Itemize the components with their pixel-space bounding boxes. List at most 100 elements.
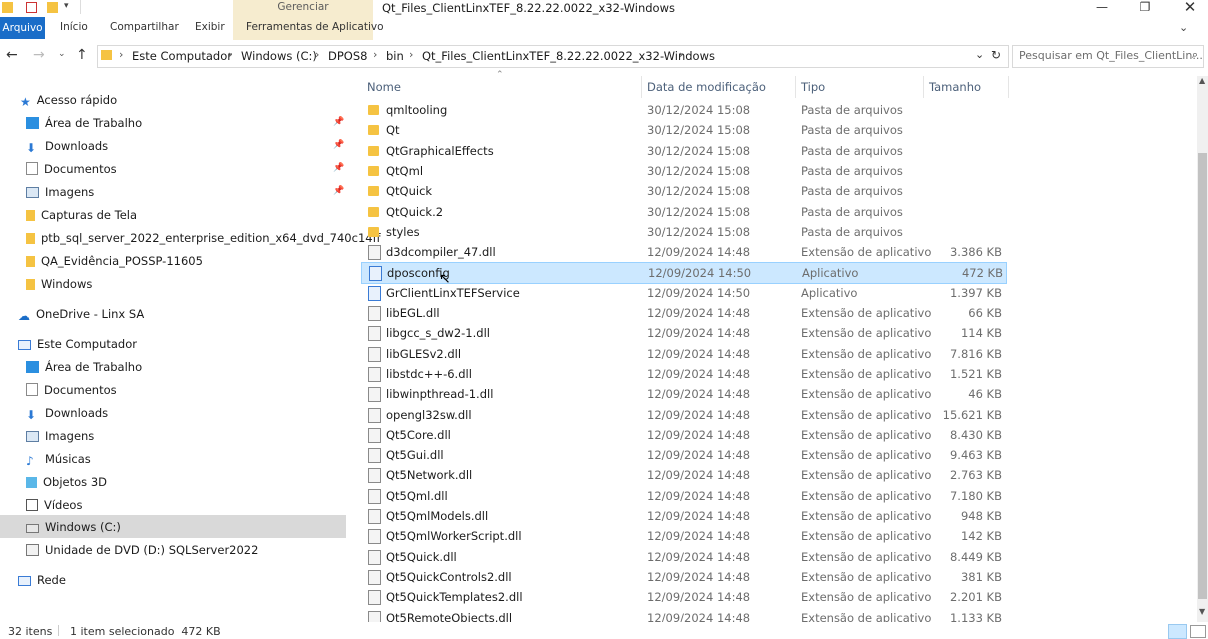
- nav-item-windows-folder[interactable]: Windows: [26, 273, 92, 295]
- chevron-right-icon[interactable]: ›: [315, 48, 319, 61]
- nav-item-downloads[interactable]: ⬇ Downloads: [26, 135, 108, 157]
- nav-rede[interactable]: Rede: [18, 569, 66, 591]
- column-divider[interactable]: [641, 76, 642, 98]
- file-row-qmltooling[interactable]: qmltooling 30/12/2024 15:08 Pasta de arqui…: [361, 100, 1005, 120]
- chevron-right-icon[interactable]: ›: [119, 48, 123, 61]
- file-type: Aplicativo: [801, 285, 858, 300]
- nav-item-area-de-trabalho[interactable]: Área de Trabalho: [26, 112, 142, 134]
- qat-dropdown-icon[interactable]: ▾: [64, 1, 69, 11]
- tab-compartilhar[interactable]: Compartilhar: [110, 21, 179, 33]
- scroll-down-icon[interactable]: ▼: [1199, 607, 1205, 616]
- scroll-up-icon[interactable]: ▲: [1199, 76, 1205, 85]
- nav-pc-documentos[interactable]: Documentos: [26, 379, 117, 401]
- file-row-qtqml[interactable]: QtQml 30/12/2024 15:08 Pasta de arquivos: [361, 161, 1005, 181]
- file-row-qt5core-dll[interactable]: Qt5Core.dll 12/09/2024 14:48 Extensão de a…: [361, 425, 1005, 445]
- column-header-name[interactable]: Nome: [367, 80, 401, 94]
- nav-este-computador[interactable]: Este Computador: [18, 333, 137, 355]
- close-button[interactable]: ✕: [1170, 0, 1208, 16]
- column-divider[interactable]: [923, 76, 924, 98]
- column-divider[interactable]: [795, 76, 796, 98]
- scrollbar-thumb[interactable]: [1198, 153, 1207, 599]
- address-bar[interactable]: › Este Computador › Windows (C:) › DPOS8…: [97, 45, 1009, 68]
- pin-icon[interactable]: 📌: [333, 186, 344, 196]
- nav-pc-windows-c[interactable]: Windows (C:): [26, 516, 121, 538]
- file-row-qtquick[interactable]: QtQuick 30/12/2024 15:08 Pasta de arquivos: [361, 181, 1005, 201]
- forward-button[interactable]: →: [33, 47, 45, 63]
- up-button[interactable]: ↑: [76, 47, 88, 63]
- file-row-grclientlinxtefservice[interactable]: GrClientLinxTEFService 12/09/2024 14:50 Ap…: [361, 283, 1005, 303]
- nav-quick-access[interactable]: ★ Acesso rápido: [20, 89, 117, 111]
- tab-exibir[interactable]: Exibir: [195, 21, 225, 33]
- recent-locations-icon[interactable]: ⌄: [58, 49, 66, 59]
- nav-item-capturas-de-tela[interactable]: Capturas de Tela: [26, 204, 137, 226]
- nav-pc-objetos-3d[interactable]: Objetos 3D: [26, 471, 107, 493]
- nav-pc-downloads[interactable]: ⬇ Downloads: [26, 402, 108, 424]
- file-row-qt5quick-dll[interactable]: Qt5Quick.dll 12/09/2024 14:48 Extensão de …: [361, 547, 1005, 567]
- ribbon-expand-icon[interactable]: ⌄: [1179, 21, 1188, 34]
- file-row-styles[interactable]: styles 30/12/2024 15:08 Pasta de arquivos: [361, 222, 1005, 242]
- breadcrumb-dpos8[interactable]: DPOS8: [328, 49, 367, 63]
- file-row-libwinpthread-1-dll[interactable]: libwinpthread-1.dll 12/09/2024 14:48 Exten…: [361, 384, 1005, 404]
- file-date: 30/12/2024 15:08: [647, 143, 751, 158]
- nav-item-ptb-sql-server[interactable]: ptb_sql_server_2022_enterprise_edition_x…: [26, 227, 381, 249]
- chevron-right-icon[interactable]: ›: [228, 48, 232, 61]
- file-row-libglesv2-dll[interactable]: libGLESv2.dll 12/09/2024 14:48 Extensão de…: [361, 344, 1005, 364]
- breadcrumb-este-computador[interactable]: Este Computador: [132, 49, 232, 63]
- file-row-qt5qmlmodels-dll[interactable]: Qt5QmlModels.dll 12/09/2024 14:48 Extensão…: [361, 506, 1005, 526]
- breadcrumb-current-folder[interactable]: Qt_Files_ClientLinxTEF_8.22.22.0022_x32-…: [422, 49, 715, 63]
- file-row-d3dcompiler-47-dll[interactable]: d3dcompiler_47.dll 12/09/2024 14:48 Extens…: [361, 242, 1005, 262]
- breadcrumb-bin[interactable]: bin: [386, 49, 404, 63]
- refresh-icon[interactable]: ↻: [991, 48, 1001, 62]
- file-row-qt5qmlworkerscript-dll[interactable]: Qt5QmlWorkerScript.dll 12/09/2024 14:48 Ex…: [361, 526, 1005, 546]
- search-input[interactable]: Pesquisar em Qt_Files_ClientLin... ⌕: [1012, 45, 1204, 68]
- nav-item-qa-evidencia[interactable]: QA_Evidência_POSSP-11605: [26, 250, 203, 272]
- search-icon[interactable]: ⌕: [1192, 48, 1198, 62]
- file-row-opengl32sw-dll[interactable]: opengl32sw.dll 12/09/2024 14:48 Extensão d…: [361, 405, 1005, 425]
- column-header-type[interactable]: Tipo: [801, 80, 825, 94]
- chevron-right-icon[interactable]: ›: [409, 48, 413, 61]
- file-row-dposconfig[interactable]: dposconfig 12/09/2024 14:50 Aplicativo 472 …: [361, 262, 1007, 285]
- pin-icon[interactable]: 📌: [333, 140, 344, 150]
- nav-pc-imagens[interactable]: Imagens: [26, 425, 94, 447]
- file-row-libstdc-6-dll[interactable]: libstdc++-6.dll 12/09/2024 14:48 Extensão …: [361, 364, 1005, 384]
- column-header-date[interactable]: Data de modificação: [647, 80, 766, 94]
- details-view-icon[interactable]: [1168, 624, 1187, 639]
- file-size: 1.397 KB: [949, 285, 1002, 300]
- tab-inicio[interactable]: Início: [60, 21, 88, 33]
- column-divider[interactable]: [1008, 76, 1009, 98]
- nav-pc-videos[interactable]: Vídeos: [26, 494, 82, 516]
- pin-icon[interactable]: 📌: [333, 117, 344, 127]
- file-row-qtquick-2[interactable]: QtQuick.2 30/12/2024 15:08 Pasta de arquiv…: [361, 202, 1005, 222]
- back-button[interactable]: ←: [6, 47, 18, 63]
- nav-item-documentos[interactable]: Documentos: [26, 158, 117, 180]
- new-folder-icon[interactable]: [47, 2, 58, 13]
- file-row-qt[interactable]: Qt 30/12/2024 15:08 Pasta de arquivos: [361, 120, 1005, 140]
- file-row-qt5gui-dll[interactable]: Qt5Gui.dll 12/09/2024 14:48 Extensão de ap…: [361, 445, 1005, 465]
- properties-icon[interactable]: [26, 2, 37, 13]
- nav-pc-dvd-drive[interactable]: Unidade de DVD (D:) SQLServer2022: [26, 539, 258, 561]
- chevron-right-icon[interactable]: ›: [373, 48, 377, 61]
- nav-pc-area-de-trabalho[interactable]: Área de Trabalho: [26, 356, 142, 378]
- file-row-qt5quickcontrols2-dll[interactable]: Qt5QuickControls2.dll 12/09/2024 14:48 Ext…: [361, 567, 1005, 587]
- nav-onedrive[interactable]: ☁ OneDrive - Linx SA: [18, 303, 144, 325]
- file-row-libgcc-s-dw2-1-dll[interactable]: libgcc_s_dw2-1.dll 12/09/2024 14:48 Extens…: [361, 323, 1005, 343]
- file-row-libegl-dll[interactable]: libEGL.dll 12/09/2024 14:48 Extensão de ap…: [361, 303, 1005, 323]
- file-row-qt5qml-dll[interactable]: Qt5Qml.dll 12/09/2024 14:48 Extensão de ap…: [361, 486, 1005, 506]
- file-row-qt5quicktemplates2-dll[interactable]: Qt5QuickTemplates2.dll 12/09/2024 14:48 Ex…: [361, 587, 1005, 607]
- large-icons-view-icon[interactable]: [1190, 625, 1206, 638]
- tab-ferramentas-aplicativo[interactable]: Ferramentas de Aplicativo: [246, 21, 384, 33]
- minimize-button[interactable]: —: [1082, 0, 1122, 16]
- chevron-right-icon[interactable]: ›: [679, 48, 683, 61]
- nav-label: Imagens: [45, 429, 95, 443]
- file-size: 9.463 KB: [949, 448, 1002, 463]
- column-header-size[interactable]: Tamanho: [929, 80, 981, 94]
- maximize-button[interactable]: ❐: [1125, 0, 1165, 16]
- nav-item-imagens[interactable]: Imagens: [26, 181, 94, 203]
- nav-pc-musicas[interactable]: ♪ Músicas: [26, 448, 91, 470]
- tab-arquivo[interactable]: Arquivo: [0, 17, 45, 39]
- pin-icon[interactable]: 📌: [333, 163, 344, 173]
- file-row-qt5network-dll[interactable]: Qt5Network.dll 12/09/2024 14:48 Extensão d…: [361, 465, 1005, 485]
- address-dropdown-icon[interactable]: ⌄: [975, 48, 984, 61]
- file-row-qtgraphicaleffects[interactable]: QtGraphicalEffects 30/12/2024 15:08 Pasta …: [361, 141, 1005, 161]
- breadcrumb-windows-c[interactable]: Windows (C:): [241, 49, 317, 63]
